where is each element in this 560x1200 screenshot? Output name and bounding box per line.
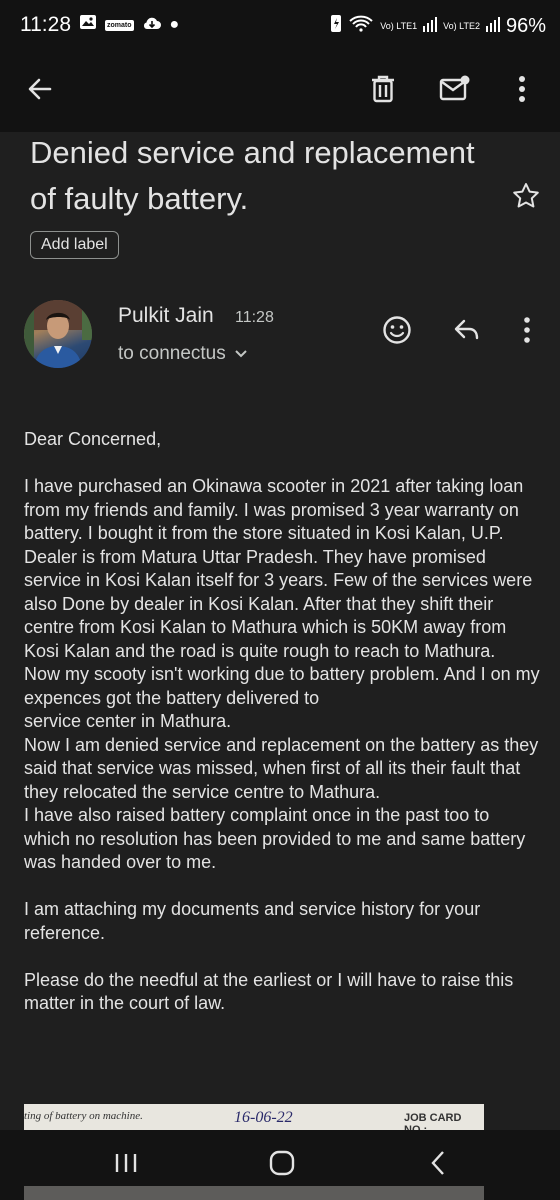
attachment-job-card: JOB CARD NO.:: [404, 1112, 462, 1130]
recent-apps-button[interactable]: [96, 1140, 156, 1190]
more-vert-icon: [523, 316, 531, 349]
app-bar: [0, 52, 560, 132]
attachment-image[interactable]: ting of battery on machine. 16-06-22 JOB…: [24, 1104, 484, 1130]
attachment-date: 16-06-22: [234, 1109, 293, 1126]
email-time: 11:28: [235, 309, 274, 326]
chevron-left-icon: [430, 1150, 446, 1181]
recipient-details-toggle[interactable]: to connectus: [118, 343, 248, 365]
email-body: Dear Concerned, I have purchased an Okin…: [24, 428, 540, 1039]
wifi-icon: [348, 13, 374, 39]
body-paragraph: Please do the needful at the earliest or…: [24, 969, 514, 1014]
star-button[interactable]: [508, 178, 544, 218]
mark-unread-button[interactable]: [430, 66, 480, 116]
home-icon: [269, 1150, 295, 1181]
cloud-sync-icon: [142, 14, 162, 37]
home-button[interactable]: [252, 1140, 312, 1190]
mail-unread-icon: [439, 75, 471, 108]
reply-icon: [452, 318, 482, 347]
body-paragraph: I am attaching my documents and service …: [24, 899, 481, 943]
status-bar: 11:28 zomato ● Vo) LTE1 Vo) LTE2 96%: [0, 0, 560, 52]
notification-dot-icon: ●: [169, 16, 180, 33]
avatar[interactable]: [24, 300, 92, 368]
zomato-icon: zomato: [105, 19, 134, 31]
recents-icon: [114, 1152, 138, 1179]
system-back-button[interactable]: [408, 1140, 468, 1190]
react-emoji-button[interactable]: [375, 310, 419, 354]
signal-icon: [485, 15, 500, 38]
body-paragraph: Dear Concerned,: [24, 429, 162, 449]
signal-icon: [423, 15, 438, 38]
sender-name: Pulkit Jain: [118, 304, 214, 327]
add-label-button[interactable]: Add label: [30, 231, 119, 259]
lte2-indicator: Vo) LTE2: [443, 20, 480, 31]
battery-percent: 96%: [505, 14, 546, 37]
trash-icon: [370, 74, 396, 109]
status-time: 11:28: [20, 13, 71, 36]
battery-saver-icon: [330, 13, 342, 39]
attachment-text: ting of battery on machine.: [24, 1110, 143, 1122]
reply-button[interactable]: [445, 310, 489, 354]
star-outline-icon: [511, 181, 541, 216]
gallery-icon: [79, 13, 97, 37]
lte1-indicator: Vo) LTE1: [380, 20, 418, 31]
email-subject: Denied service and replacement of faulty…: [30, 135, 475, 216]
more-options-button[interactable]: [497, 66, 547, 116]
back-button[interactable]: [15, 66, 65, 116]
more-vert-icon: [518, 75, 526, 108]
body-paragraph: I have purchased an Okinawa scooter in 2…: [24, 476, 540, 872]
recipient-label: to connectus: [118, 343, 226, 364]
delete-button[interactable]: [358, 66, 408, 116]
emoji-smile-icon: [382, 315, 412, 350]
chevron-down-icon: [234, 343, 248, 365]
message-more-button[interactable]: [505, 310, 549, 354]
arrow-back-icon: [26, 75, 54, 108]
